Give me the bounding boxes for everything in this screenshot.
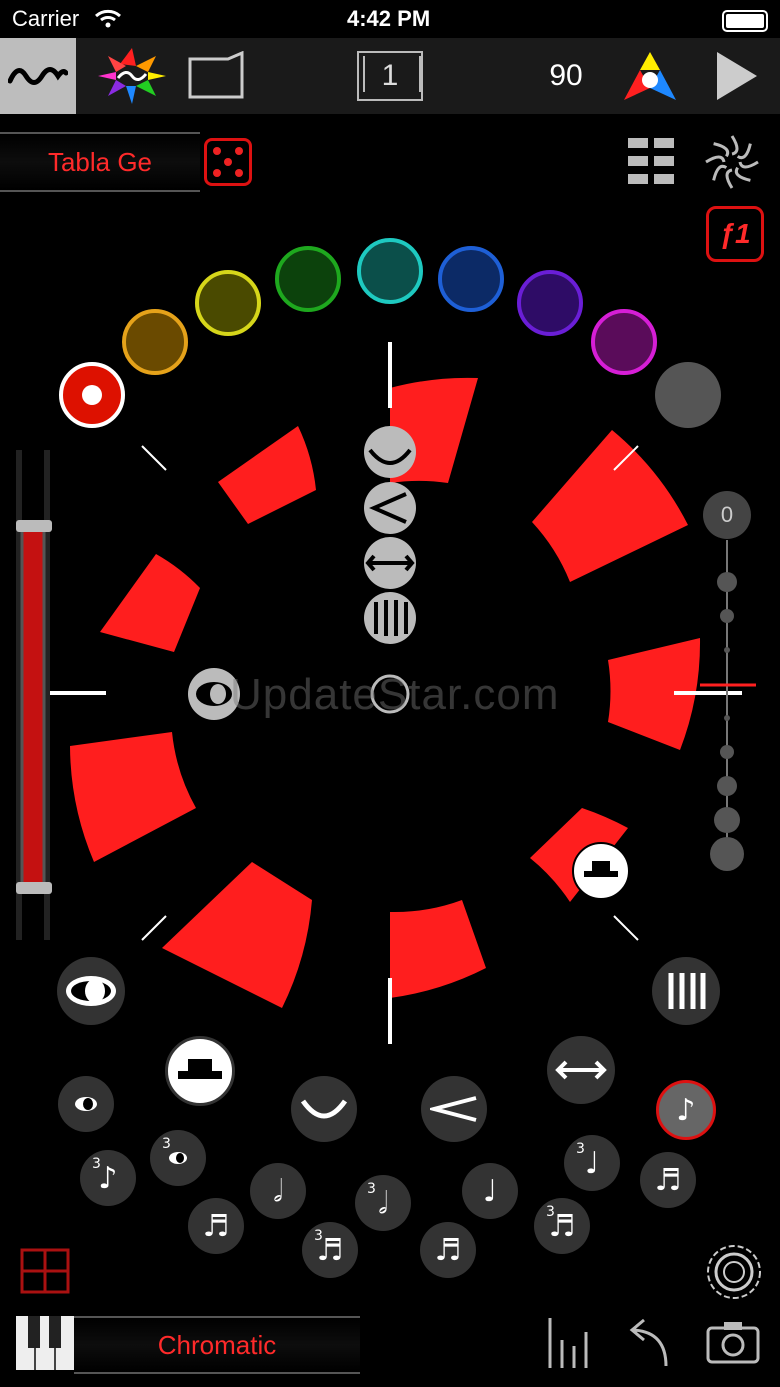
- stretch-icon: [555, 1060, 607, 1080]
- segment-7[interactable]: [70, 732, 196, 862]
- half-note-icon: 𝅗𝅥: [378, 1185, 388, 1221]
- pitch-slider[interactable]: [700, 491, 756, 871]
- eighth-note-icon: ♪: [98, 1160, 118, 1196]
- thirtysecond-note-icon: ♬: [434, 1232, 462, 1268]
- camera-button[interactable]: [706, 1320, 760, 1369]
- levels-button[interactable]: [546, 1316, 592, 1375]
- segment-2[interactable]: [532, 430, 688, 582]
- volume-slider[interactable]: [16, 450, 52, 940]
- palette-color-yellow[interactable]: [195, 270, 261, 336]
- small-eye-button[interactable]: [58, 1076, 114, 1132]
- undo-button[interactable]: [626, 1318, 674, 1373]
- note-triplet-thirtysecond[interactable]: 3 ♬: [534, 1198, 590, 1254]
- scale-selector[interactable]: Chromatic: [74, 1316, 360, 1374]
- eighth-note-icon: ♪: [676, 1092, 696, 1128]
- note-triplet-eye[interactable]: 3: [150, 1130, 206, 1186]
- note-triplet-eighth[interactable]: 3 ♪: [80, 1150, 136, 1206]
- note-quarter[interactable]: ♩: [462, 1163, 518, 1219]
- palette-color-violet[interactable]: [517, 270, 583, 336]
- small-eye-icon: [75, 1097, 97, 1111]
- quarter-note-icon: ♩: [584, 1145, 600, 1181]
- note-selected-button[interactable]: ♪: [656, 1080, 716, 1140]
- note-sixteenth[interactable]: ♬: [188, 1198, 244, 1254]
- bars-icon: [668, 973, 706, 1009]
- camera-icon: [706, 1322, 760, 1364]
- segment-9[interactable]: [218, 426, 316, 524]
- center-bars-button[interactable]: [364, 592, 416, 644]
- palette-color-cyan[interactable]: [357, 238, 423, 304]
- decay-icon: [430, 1096, 477, 1122]
- decay-button[interactable]: [421, 1076, 487, 1142]
- palette-color-orange[interactable]: [122, 309, 188, 375]
- segment-8[interactable]: [100, 554, 200, 652]
- palette-color-green[interactable]: [275, 246, 341, 312]
- smile-icon: [301, 1099, 347, 1119]
- watermark: UpdateStar.com: [230, 670, 560, 719]
- quad-grid-button[interactable]: [20, 1248, 70, 1299]
- note-sixtyfourth[interactable]: ♬: [640, 1152, 696, 1208]
- bars-toggle-button[interactable]: [652, 957, 720, 1025]
- target-icon: [707, 1245, 761, 1299]
- quad-grid-icon: [20, 1248, 70, 1294]
- pitch-value: 0: [720, 502, 734, 527]
- smile-button[interactable]: [291, 1076, 357, 1142]
- piano-icon: [16, 1316, 74, 1370]
- hat-button[interactable]: [165, 1036, 235, 1106]
- hat-button-ring[interactable]: [572, 842, 630, 900]
- note-triplet-half[interactable]: 3 𝅗𝅥: [355, 1175, 411, 1231]
- quarter-note-icon: ♩: [482, 1173, 498, 1209]
- note-thirtysecond[interactable]: ♬: [420, 1222, 476, 1278]
- undo-icon: [629, 1318, 668, 1367]
- hat-icon: [584, 861, 618, 877]
- small-eye-icon: [169, 1152, 187, 1164]
- eye-button[interactable]: [57, 957, 125, 1025]
- note-triplet-quarter[interactable]: 3 ♩: [564, 1135, 620, 1191]
- palette-color-blue[interactable]: [438, 246, 504, 312]
- note-triplet-sixteenth[interactable]: 3 ♬: [302, 1222, 358, 1278]
- piano-button[interactable]: [16, 1316, 74, 1375]
- eye-icon: [66, 976, 116, 1006]
- bars-icon: [548, 1318, 588, 1368]
- hat-icon: [178, 1059, 222, 1079]
- target-button[interactable]: [706, 1244, 762, 1305]
- half-note-icon: 𝅗𝅥: [273, 1173, 283, 1209]
- palette-color-gray[interactable]: [655, 362, 721, 428]
- sixteenth-note-icon: ♬: [202, 1208, 230, 1244]
- segment-5[interactable]: [390, 900, 486, 998]
- note-half[interactable]: 𝅗𝅥: [250, 1163, 306, 1219]
- segment-6[interactable]: [162, 862, 312, 1008]
- scale-name: Chromatic: [157, 1329, 277, 1360]
- stretch-button[interactable]: [547, 1036, 615, 1104]
- palette-color-magenta[interactable]: [591, 309, 657, 375]
- sixtyfourth-note-icon: ♬: [654, 1162, 682, 1198]
